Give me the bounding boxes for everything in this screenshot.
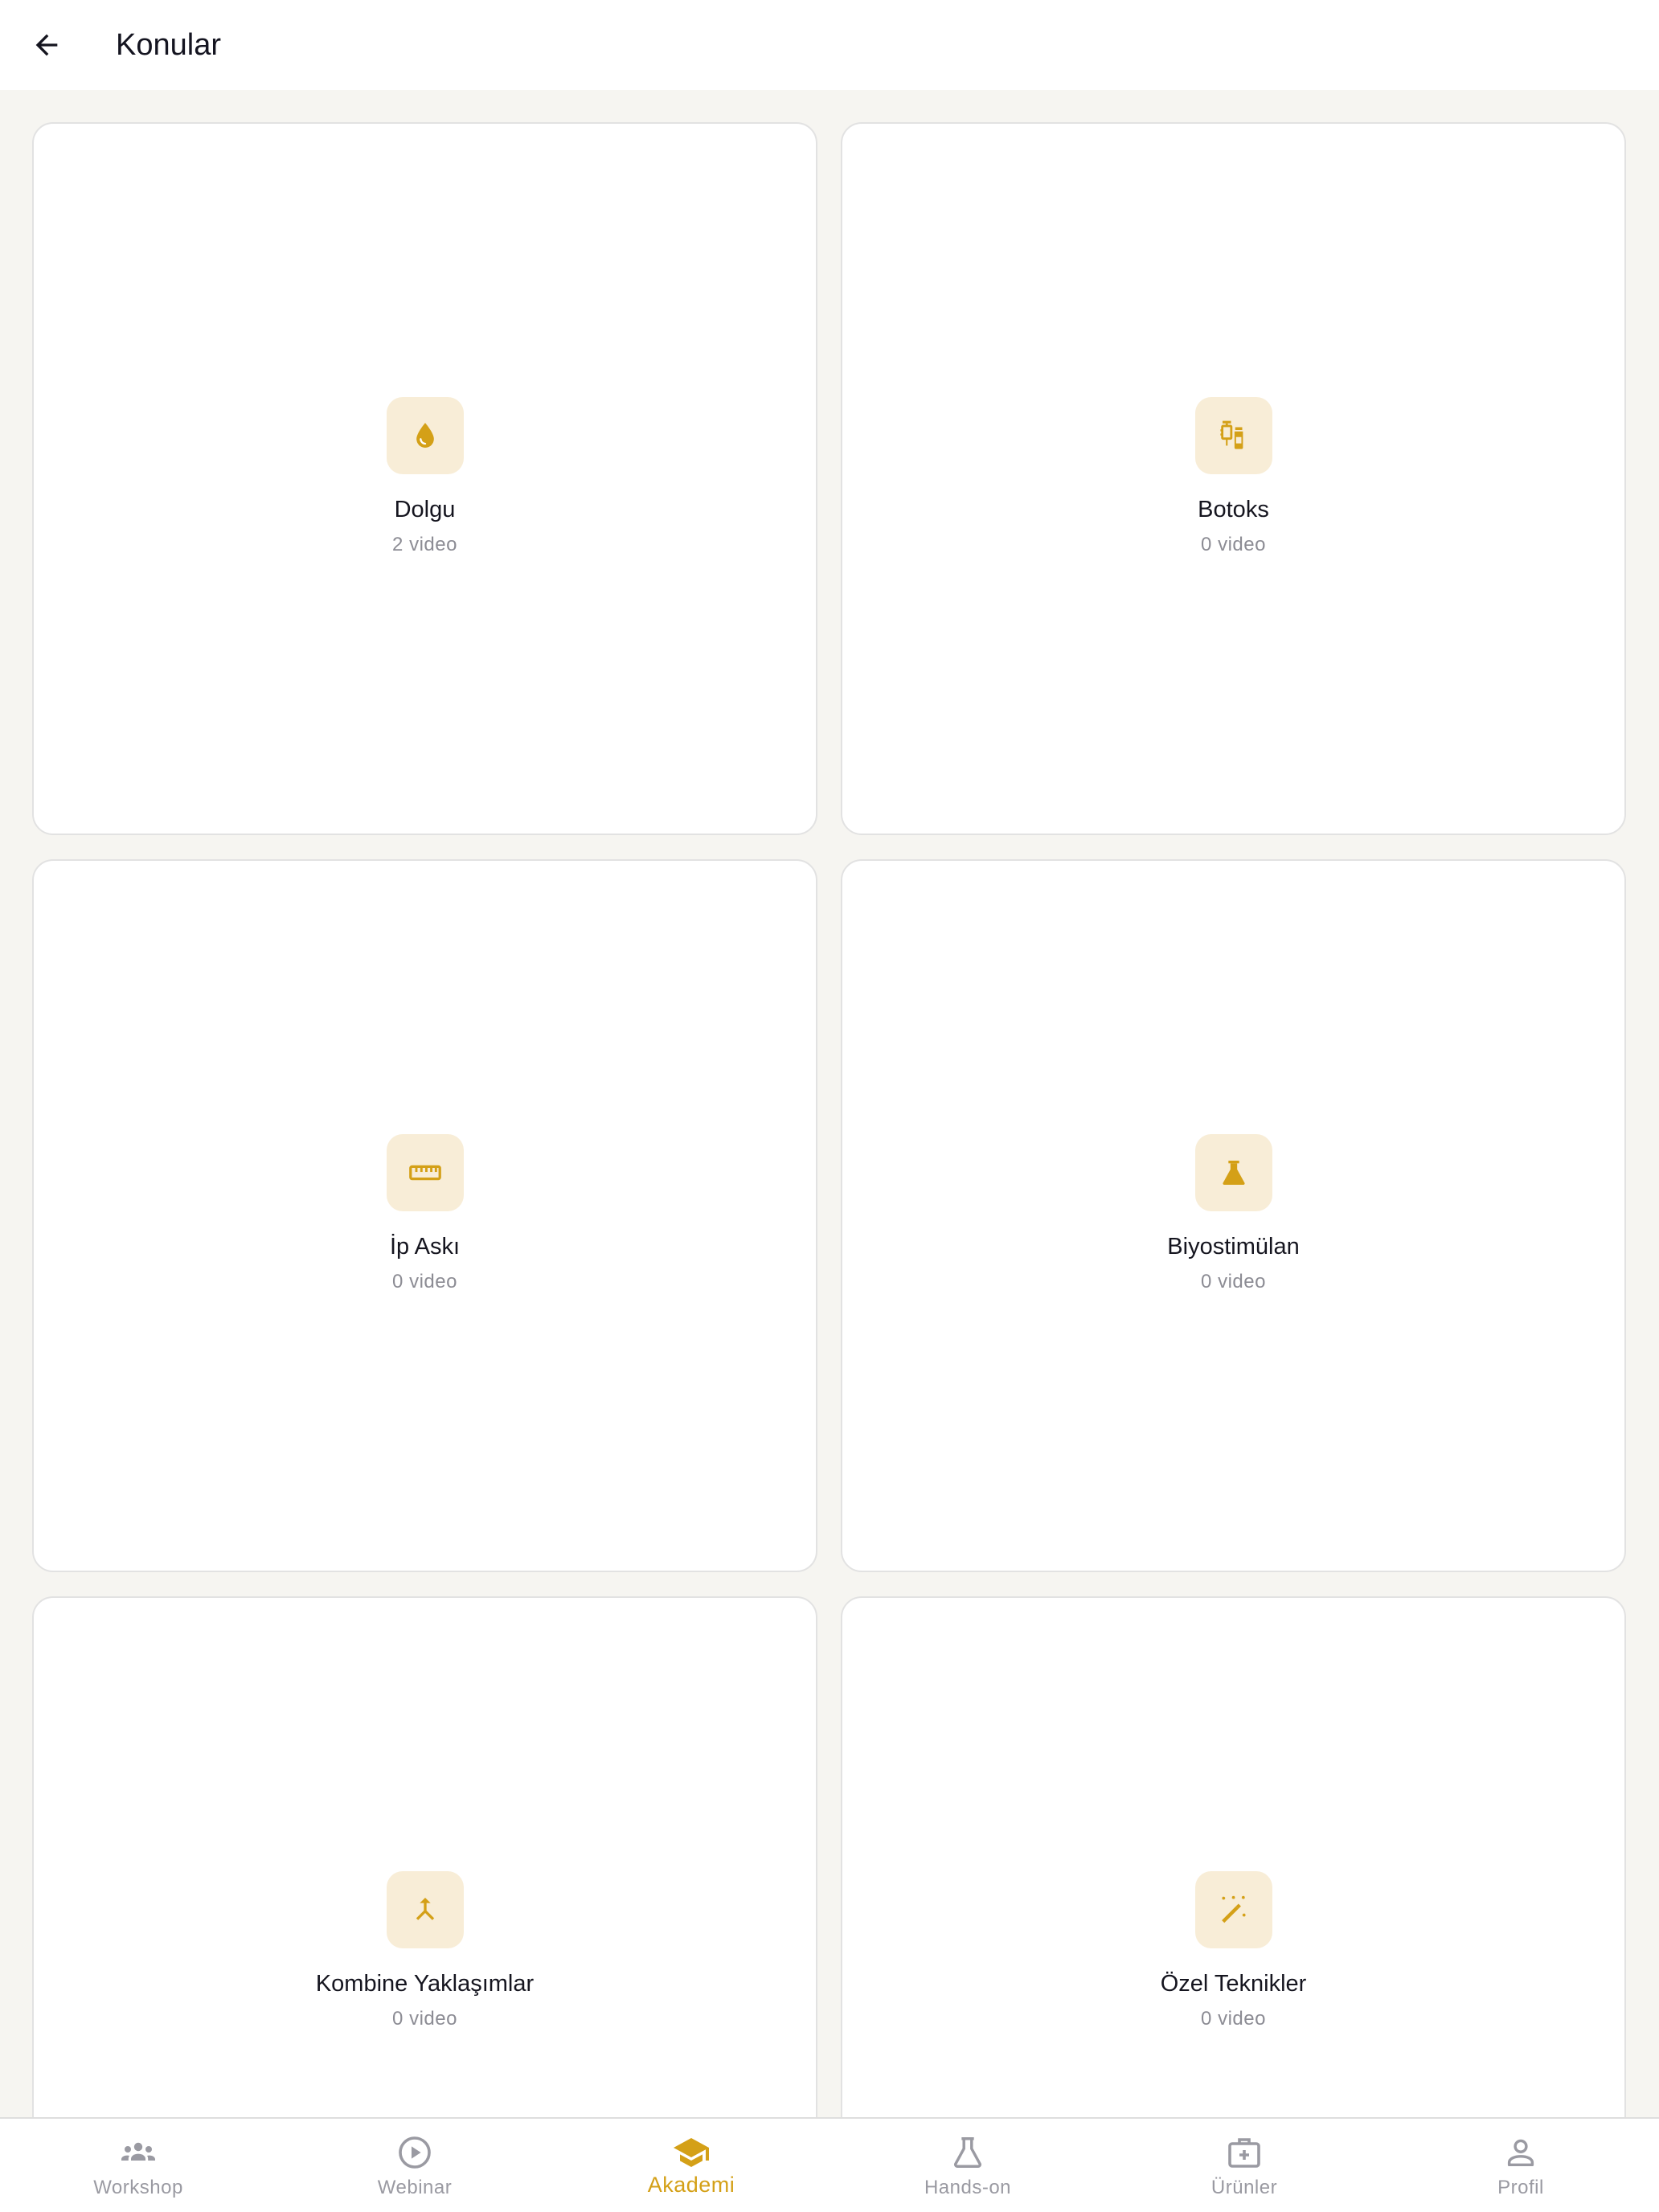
- arrow-left-icon: [35, 34, 58, 56]
- topic-card-biyostimulan[interactable]: Biyostimülan 0 video: [841, 859, 1626, 1572]
- topic-title: İp Askı: [389, 1234, 461, 1260]
- magic-wand-icon: [1221, 1895, 1246, 1923]
- nav-item-akademi[interactable]: Akademi: [553, 2119, 830, 2212]
- nav-label: Workshop: [93, 2177, 183, 2198]
- page-title: Konular: [116, 28, 221, 62]
- merge-arrow-icon: [416, 1898, 434, 1920]
- topic-video-count: 0 video: [1201, 1271, 1266, 1292]
- medical-case-icon: [1228, 2138, 1260, 2168]
- topic-title: Özel Teknikler: [1160, 1971, 1307, 1997]
- topic-icon-tile: [1194, 1134, 1272, 1211]
- nav-label: Ürünler: [1210, 2177, 1278, 2198]
- topic-icon-tile: [386, 1871, 464, 1948]
- topic-title: Biyostimülan: [1167, 1234, 1300, 1260]
- topic-icon-tile: [386, 1134, 464, 1211]
- ruler-icon: [408, 1165, 441, 1181]
- topic-title: Dolgu: [394, 497, 456, 522]
- bottom-navigation: Workshop Webinar Akademi Hands-on Ürünle…: [0, 2117, 1659, 2212]
- topic-title: Kombine Yaklaşımlar: [315, 1971, 535, 1997]
- topic-card-ozel-teknikler[interactable]: Özel Teknikler 0 video: [841, 1596, 1626, 2119]
- nav-label: Webinar: [377, 2177, 453, 2198]
- nav-item-workshop[interactable]: Workshop: [0, 2119, 276, 2212]
- nav-label: Akademi: [647, 2173, 735, 2197]
- nav-label: Profil: [1497, 2177, 1544, 2198]
- nav-item-webinar[interactable]: Webinar: [276, 2119, 553, 2212]
- topic-icon-tile: [386, 397, 464, 474]
- group-icon: [121, 2142, 155, 2161]
- water-drop-icon: [416, 423, 434, 448]
- back-button[interactable]: [21, 19, 72, 71]
- nav-item-urunler[interactable]: Ürünler: [1106, 2119, 1382, 2212]
- graduation-cap-icon: [674, 2138, 709, 2167]
- topic-video-count: 0 video: [392, 2008, 457, 2030]
- topic-video-count: 0 video: [1201, 534, 1266, 555]
- topic-title: Botoks: [1198, 497, 1269, 522]
- flask-icon: [1222, 1161, 1245, 1186]
- topic-video-count: 0 video: [392, 1271, 457, 1292]
- play-circle-icon: [399, 2136, 431, 2169]
- topic-card-kombine-yaklasimlar[interactable]: Kombine Yaklaşımlar 0 video: [32, 1596, 817, 2119]
- topic-video-count: 0 video: [1201, 2008, 1266, 2030]
- topic-icon-tile: [1194, 1871, 1272, 1948]
- person-icon: [1507, 2139, 1534, 2167]
- topic-icon-tile: [1194, 397, 1272, 474]
- app-bar: Konular: [0, 0, 1659, 90]
- nav-item-hands-on[interactable]: Hands-on: [830, 2119, 1106, 2212]
- topic-card-botoks[interactable]: Botoks 0 video: [841, 122, 1626, 835]
- topic-card-dolgu[interactable]: Dolgu 2 video: [32, 122, 817, 835]
- topic-video-count: 2 video: [392, 534, 457, 555]
- flask-icon: [954, 2137, 981, 2168]
- syringe-vial-icon: [1219, 420, 1243, 449]
- topic-card-ip-aski[interactable]: İp Askı 0 video: [32, 859, 817, 1572]
- nav-label: Hands-on: [924, 2177, 1012, 2198]
- topic-grid: Dolgu 2 video Botoks 0 video İp Askı 0 v…: [0, 90, 1659, 2119]
- nav-item-profil[interactable]: Profil: [1382, 2119, 1659, 2212]
